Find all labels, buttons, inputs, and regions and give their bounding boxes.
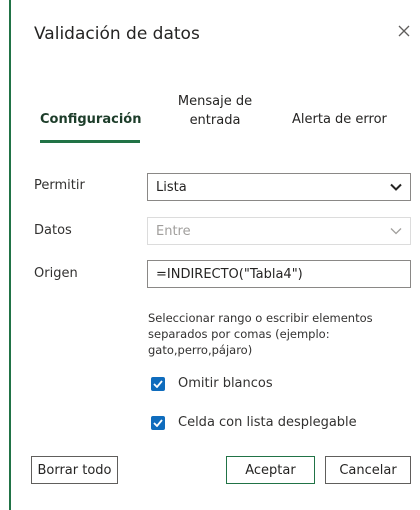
source-input-value: =INDIRECTO("Tabla4") bbox=[156, 266, 303, 282]
clear-all-button[interactable]: Borrar todo bbox=[31, 456, 118, 484]
tab-alerta-de-error[interactable]: Alerta de error bbox=[292, 112, 387, 127]
ignore-blank-checkbox[interactable]: Omitir blancos bbox=[151, 376, 273, 391]
in-cell-dropdown-label: Celda con lista desplegable bbox=[178, 415, 357, 430]
checkbox-checked-icon bbox=[151, 415, 165, 430]
close-button[interactable] bbox=[397, 24, 411, 38]
checkbox-checked-icon bbox=[151, 376, 165, 391]
allow-select-value: Lista bbox=[156, 179, 187, 195]
window-accent-border bbox=[9, 0, 11, 510]
dialog-title: Validación de datos bbox=[34, 24, 200, 44]
source-label: Origen bbox=[34, 266, 78, 281]
data-select-value: Entre bbox=[156, 223, 191, 239]
ignore-blank-label: Omitir blancos bbox=[178, 376, 273, 391]
in-cell-dropdown-checkbox[interactable]: Celda con lista desplegable bbox=[151, 415, 357, 430]
ok-button[interactable]: Aceptar bbox=[226, 456, 315, 484]
data-label: Datos bbox=[34, 223, 72, 238]
source-help-text: Seleccionar rango o escribir elementos s… bbox=[148, 311, 373, 357]
data-select: Entre bbox=[147, 217, 411, 245]
close-icon bbox=[398, 25, 410, 37]
chevron-down-icon bbox=[390, 183, 402, 191]
active-tab-indicator bbox=[40, 140, 140, 143]
tab-mensaje-de-entrada[interactable]: Mensaje de entrada bbox=[160, 92, 270, 130]
cancel-button[interactable]: Cancelar bbox=[325, 456, 411, 484]
allow-select[interactable]: Lista bbox=[147, 173, 411, 201]
tab-configuracion[interactable]: Configuración bbox=[40, 112, 141, 127]
source-input[interactable]: =INDIRECTO("Tabla4") bbox=[147, 260, 411, 288]
allow-label: Permitir bbox=[34, 178, 85, 193]
chevron-down-icon bbox=[390, 228, 402, 235]
